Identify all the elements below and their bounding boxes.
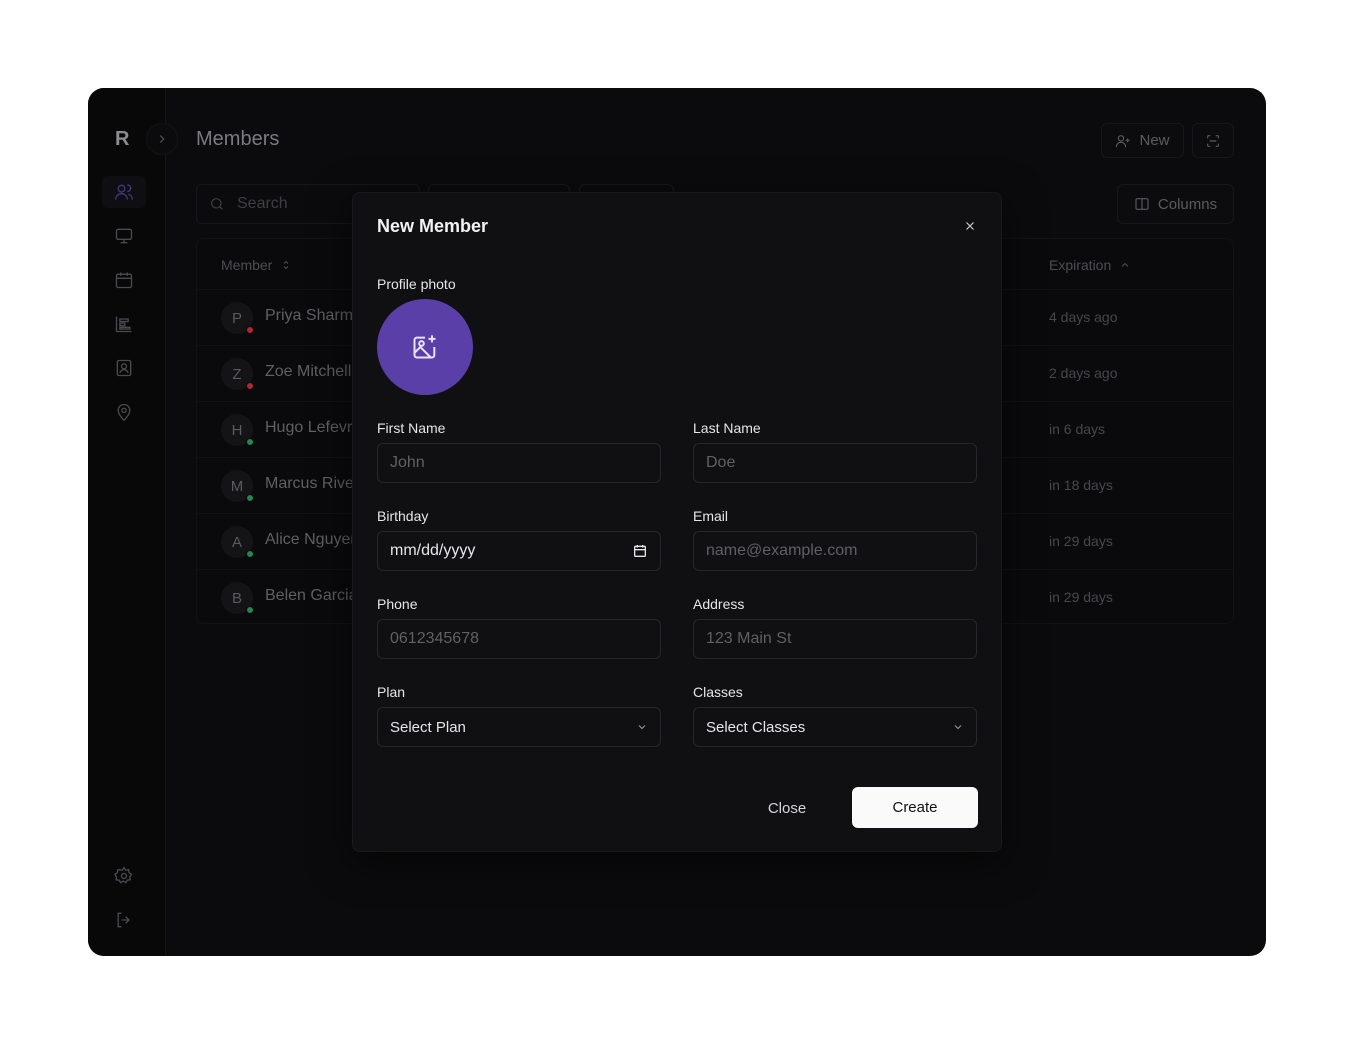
last-name-label: Last Name	[693, 420, 761, 436]
plan-select-value: Select Plan	[390, 718, 466, 736]
status-dot	[246, 550, 254, 558]
member-name: Zoe Mitchell	[265, 363, 352, 380]
profile-photo-label: Profile photo	[377, 276, 456, 292]
gear-icon	[114, 866, 133, 884]
status-dot	[246, 606, 254, 614]
dialog-title: New Member	[377, 216, 489, 236]
plan-label: Plan	[377, 684, 406, 700]
calendar-icon	[115, 272, 133, 289]
close-icon	[966, 222, 974, 230]
member-expiration: in 29 days	[1049, 533, 1113, 549]
first-name-label: First Name	[377, 420, 446, 436]
contact-icon	[116, 359, 132, 377]
address-field[interactable]	[693, 619, 977, 659]
address-label: Address	[693, 596, 745, 612]
chevron-down-icon	[638, 725, 646, 730]
classes-select-value: Select Classes	[706, 718, 806, 736]
sidebar-item-settings[interactable]	[112, 864, 136, 888]
member-name: Alice Nguyen	[265, 531, 360, 548]
sidebar-item-reports[interactable]	[112, 312, 136, 336]
avatar: A	[221, 526, 254, 558]
member-name: Belen Garcia	[265, 587, 358, 604]
map-pin-icon	[117, 403, 131, 422]
dialog-close-button[interactable]	[960, 216, 980, 236]
sidebar-item-calendar[interactable]	[112, 268, 136, 292]
member-expiration: in 6 days	[1049, 421, 1106, 437]
sidebar-item-members[interactable]	[102, 176, 146, 208]
search-placeholder: Search	[237, 195, 288, 212]
calendar-icon[interactable]	[632, 543, 648, 559]
expand-sidebar-button[interactable]	[146, 123, 178, 155]
column-header-member[interactable]: Member	[221, 257, 292, 273]
user-plus-icon	[1116, 134, 1131, 147]
status-dot	[246, 494, 254, 502]
new-member-button[interactable]: New	[1101, 123, 1184, 158]
birthday-label: Birthday	[377, 508, 429, 524]
first-name-field[interactable]	[377, 443, 661, 483]
sidebar-item-devices[interactable]	[112, 224, 136, 248]
chart-icon	[115, 316, 132, 333]
sidebar-item-logout[interactable]	[112, 908, 136, 932]
columns-button[interactable]: Columns	[1117, 184, 1234, 224]
classes-select[interactable]: Select Classes	[693, 707, 977, 747]
profile-photo-upload[interactable]	[377, 299, 473, 395]
address-input[interactable]	[706, 630, 964, 648]
sidebar: R	[88, 88, 166, 956]
member-expiration: 2 days ago	[1049, 365, 1118, 381]
chevron-down-icon	[954, 725, 962, 730]
avatar: P	[221, 302, 254, 334]
new-button-label: New	[1139, 132, 1170, 149]
avatar: M	[221, 470, 254, 502]
logout-icon	[117, 912, 130, 928]
avatar: B	[221, 582, 254, 614]
close-button[interactable]: Close	[749, 788, 825, 828]
status-dot	[246, 326, 254, 334]
email-label: Email	[693, 508, 729, 524]
users-icon	[115, 184, 133, 200]
email-field[interactable]	[693, 531, 977, 571]
create-button[interactable]: Create	[852, 787, 978, 828]
avatar: Z	[221, 358, 254, 390]
classes-label: Classes	[693, 684, 743, 700]
member-expiration: 4 days ago	[1049, 309, 1118, 325]
email-input[interactable]	[706, 542, 964, 560]
search-icon	[211, 198, 223, 210]
birthday-field[interactable]: mm/dd/yyyy	[377, 531, 661, 571]
sidebar-item-contacts[interactable]	[112, 356, 136, 380]
monitor-icon	[115, 228, 133, 244]
scan-icon	[1207, 134, 1219, 147]
sidebar-item-locations[interactable]	[112, 400, 136, 424]
member-expiration: in 18 days	[1049, 477, 1113, 493]
avatar: H	[221, 414, 254, 446]
chevron-up-icon	[1121, 262, 1129, 267]
last-name-field[interactable]	[693, 443, 977, 483]
member-name: Priya Sharma	[265, 307, 362, 324]
chevron-right-icon	[159, 135, 165, 143]
plan-select[interactable]: Select Plan	[377, 707, 661, 747]
new-member-dialog: New Member Profile photo First Name Last…	[352, 192, 1002, 852]
columns-button-label: Columns	[1157, 195, 1218, 213]
status-dot	[246, 382, 254, 390]
birthday-value: mm/dd/yyyy	[390, 542, 476, 559]
member-name: Hugo Lefevre	[265, 419, 362, 436]
first-name-input[interactable]	[390, 454, 648, 472]
last-name-input[interactable]	[706, 454, 964, 472]
fullscreen-button[interactable]	[1192, 123, 1234, 158]
page-title: Members	[196, 128, 280, 150]
columns-icon	[1135, 198, 1149, 210]
member-expiration: in 29 days	[1049, 589, 1113, 605]
sort-icon	[284, 260, 289, 270]
image-plus-icon	[413, 335, 436, 359]
phone-label: Phone	[377, 596, 418, 612]
phone-field[interactable]	[377, 619, 661, 659]
app-logo[interactable]: R	[115, 128, 129, 151]
phone-input[interactable]	[390, 630, 648, 648]
status-dot	[246, 438, 254, 446]
column-header-expiration[interactable]: Expiration	[1049, 257, 1131, 273]
